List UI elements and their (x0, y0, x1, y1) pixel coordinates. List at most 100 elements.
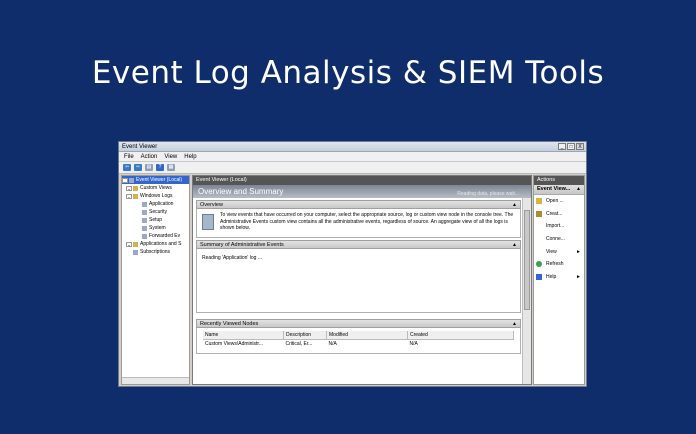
subscriptions-icon (133, 249, 138, 255)
column-header-modified[interactable]: Modified (326, 331, 408, 340)
log-icon (142, 217, 147, 223)
table-row[interactable]: Custom Views\Administr... Critical, Er..… (203, 340, 514, 349)
import-icon (536, 223, 542, 229)
folder-icon (133, 185, 138, 191)
cell-description: Critical, Er... (285, 340, 313, 347)
collapse-icon[interactable]: − (122, 177, 128, 184)
tree-item-setup[interactable]: Setup (122, 216, 189, 224)
log-icon (142, 225, 147, 231)
tree-item-application[interactable]: Application (122, 200, 189, 208)
tree-item-label: Security (149, 209, 168, 215)
menu-help[interactable]: Help (184, 154, 196, 160)
filter-icon (536, 210, 542, 217)
action-create-custom-view[interactable]: Creat... (534, 208, 584, 221)
log-icon (142, 201, 147, 207)
summary-section-header[interactable]: Summary of Administrative Events ▲ (196, 240, 521, 249)
menu-bar: File Action View Help (119, 152, 586, 162)
window-titlebar[interactable]: Event Viewer _ □ X (119, 142, 586, 152)
forward-arrow-icon[interactable]: ⇨ (134, 164, 142, 171)
folder-icon (133, 241, 138, 247)
tree-item-system[interactable]: System (122, 224, 189, 232)
maximize-button[interactable]: □ (567, 143, 575, 150)
submenu-arrow-icon: ► (576, 273, 581, 280)
expand-icon[interactable]: + (126, 241, 132, 248)
log-icon (142, 233, 147, 239)
toolbar: ⇦ ⇨ ▤ ? ▦ (119, 162, 586, 174)
tree-item-applications-services[interactable]: + Applications and S (122, 240, 189, 248)
minimize-button[interactable]: _ (558, 143, 566, 150)
collapse-arrow-icon[interactable]: ▲ (576, 185, 581, 194)
menu-view[interactable]: View (164, 154, 177, 160)
menu-file[interactable]: File (124, 154, 134, 160)
actions-header: Actions (534, 176, 584, 185)
tree-item-label: Forwarded Ev (149, 233, 181, 239)
column-header-name[interactable]: Name (203, 331, 284, 340)
action-label: View (546, 248, 557, 255)
event-viewer-window: Event Viewer _ □ X File Action View Help… (118, 141, 587, 387)
close-button[interactable]: X (576, 143, 584, 150)
tree-item-security[interactable]: Security (122, 208, 189, 216)
tree-item-label: Subscriptions (140, 249, 171, 255)
summary-status-text: Reading 'Application' log ... (202, 255, 263, 261)
overview-section-header[interactable]: Overview ▲ (196, 200, 521, 209)
view-icon (536, 249, 542, 255)
collapse-icon[interactable]: − (126, 193, 132, 200)
show-hide-tree-icon[interactable]: ▤ (145, 164, 153, 171)
tree-item-subscriptions[interactable]: Subscriptions (122, 248, 189, 256)
refresh-icon (536, 261, 542, 268)
expand-icon[interactable]: + (126, 185, 132, 192)
action-open-saved-log[interactable]: Open ... (534, 195, 584, 208)
center-vertical-scrollbar[interactable] (522, 198, 531, 384)
actions-subheader-label: Event View... (537, 186, 571, 192)
event-viewer-info-icon (202, 214, 214, 230)
window-title: Event Viewer (122, 143, 158, 150)
tree-item-label: Application (149, 201, 174, 207)
action-import-custom-view[interactable]: Import... (534, 220, 584, 233)
properties-icon[interactable]: ▦ (167, 164, 175, 171)
action-label: Open ... (546, 198, 564, 205)
cell-name: Custom Views\Administr... (205, 340, 263, 347)
section-heading: Summary of Administrative Events (200, 242, 284, 248)
collapse-arrow-icon[interactable]: ▲ (512, 320, 517, 328)
center-header: Event Viewer (Local) (193, 176, 531, 185)
folder-icon (133, 193, 138, 199)
tree-item-event-viewer-local[interactable]: − Event Viewer (Local) (122, 176, 189, 184)
collapse-arrow-icon[interactable]: ▲ (512, 201, 517, 209)
action-connect-computer[interactable]: Conne... (534, 233, 584, 246)
help-icon[interactable]: ? (156, 164, 164, 171)
recent-section-body: Name Description Modified Created Custom… (196, 328, 521, 354)
tree-horizontal-scrollbar[interactable] (122, 377, 189, 384)
action-refresh[interactable]: Refresh (534, 258, 584, 271)
cell-modified: N/A (328, 340, 337, 347)
overview-text: To view events that have occurred on you… (220, 212, 514, 231)
tree-item-label: Custom Views (140, 185, 172, 191)
actions-subheader[interactable]: Event View... ▲ (534, 185, 584, 195)
scrollbar-thumb[interactable] (524, 210, 530, 310)
submenu-arrow-icon: ► (576, 248, 581, 255)
recent-section-header[interactable]: Recently Viewed Nodes ▲ (196, 319, 521, 328)
menu-action[interactable]: Action (141, 154, 158, 160)
connect-icon (536, 236, 542, 242)
back-arrow-icon[interactable]: ⇦ (123, 164, 131, 171)
column-header-description[interactable]: Description (283, 331, 327, 340)
actions-pane: Actions Event View... ▲ Open ... Creat..… (533, 175, 585, 385)
console-tree[interactable]: − Event Viewer (Local) + Custom Views − … (121, 175, 190, 385)
overview-title: Overview and Summary Reading data, pleas… (193, 185, 531, 198)
action-label: Help (546, 273, 557, 280)
summary-section-body: Reading 'Application' log ... (196, 249, 521, 313)
overview-section-body: To view events that have occurred on you… (196, 209, 521, 238)
collapse-arrow-icon[interactable]: ▲ (512, 241, 517, 249)
action-view[interactable]: View ► (534, 245, 584, 258)
tree-item-label: System (149, 225, 166, 231)
tree-item-windows-logs[interactable]: − Windows Logs (122, 192, 189, 200)
cell-created: N/A (409, 340, 418, 347)
event-viewer-icon (129, 177, 134, 183)
tree-item-custom-views[interactable]: + Custom Views (122, 184, 189, 192)
column-header-created[interactable]: Created (407, 331, 514, 340)
section-heading: Overview (200, 202, 223, 208)
action-label: Creat... (546, 210, 563, 217)
tree-item-forwarded-events[interactable]: Forwarded Ev (122, 232, 189, 240)
tree-item-label: Applications and S (140, 241, 182, 247)
page-headline: Event Log Analysis & SIEM Tools (91, 55, 605, 91)
action-help[interactable]: Help ► (534, 271, 584, 284)
